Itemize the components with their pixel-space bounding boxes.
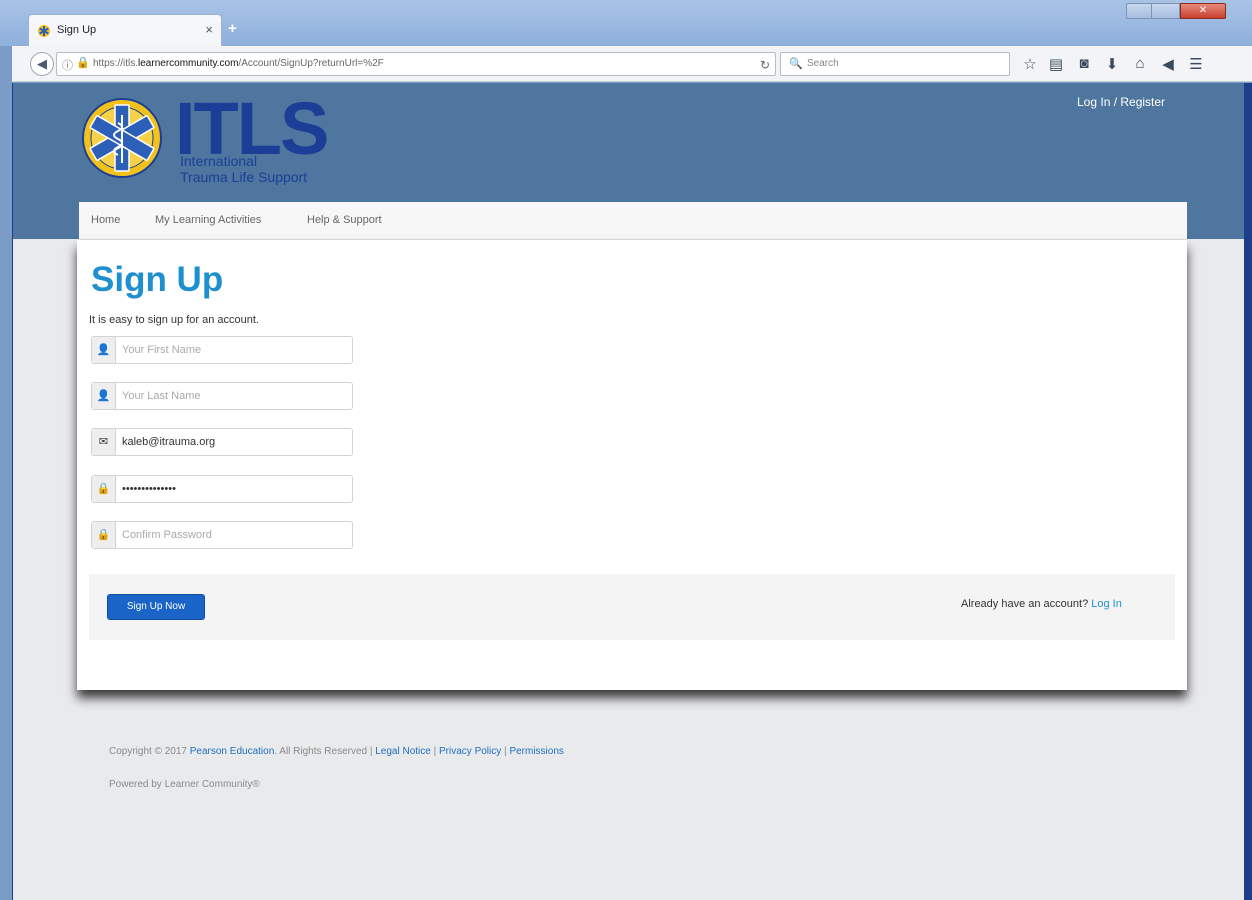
menu-item-help-support[interactable]: Help & Support	[307, 214, 382, 226]
url-text[interactable]: https://itls.learnercommunity.com/Accoun…	[93, 58, 384, 69]
copyright-line: Copyright © 2017 Pearson Education. All …	[109, 746, 564, 757]
menu-item-my-learning-activities[interactable]: My Learning Activities	[155, 214, 261, 226]
info-icon[interactable]: ⓘ	[62, 57, 73, 73]
tab-title: Sign Up	[57, 24, 97, 36]
menu-item-home[interactable]: Home	[91, 214, 120, 226]
reload-icon[interactable]: ↻	[760, 58, 770, 72]
confirm-password-input[interactable]	[122, 527, 346, 543]
pocket-icon[interactable]: ◙	[1074, 55, 1094, 72]
email-field[interactable]: ✉	[91, 428, 353, 456]
last-name-field[interactable]: 👤	[91, 382, 353, 410]
permissions-link[interactable]: Permissions	[509, 746, 563, 757]
url-bar[interactable]: https://itls.learnercommunity.com/Accoun…	[56, 52, 776, 76]
search-bar[interactable]: 🔍 Search	[780, 52, 1010, 76]
envelope-icon: ✉	[92, 429, 116, 455]
powered-by-text: Powered by Learner Community®	[109, 779, 260, 790]
menu-hamburger-icon[interactable]: ☰	[1186, 55, 1206, 73]
bookmark-star-icon[interactable]: ☆	[1020, 55, 1040, 73]
user-icon: 👤	[92, 383, 116, 409]
sign-up-now-button[interactable]: Sign Up Now	[107, 594, 205, 620]
itls-star-of-life-icon[interactable]	[81, 97, 163, 179]
signup-intro: It is easy to sign up for an account.	[89, 314, 259, 326]
logo-subtitle-line2: Trauma Life Support	[180, 169, 308, 185]
pearson-education-link[interactable]: Pearson Education	[190, 746, 275, 757]
window-border	[1244, 83, 1252, 900]
logo-subtitle-line1: International	[180, 153, 258, 169]
login-link[interactable]: Log In	[1091, 598, 1122, 610]
page-title: Sign Up	[91, 260, 224, 299]
new-tab-button[interactable]: +	[228, 20, 237, 37]
lock-icon: 🔒	[92, 522, 116, 548]
search-icon: 🔍	[789, 58, 803, 70]
home-icon[interactable]: ⌂	[1130, 55, 1150, 72]
password-field[interactable]: 🔒	[91, 475, 353, 503]
browser-tab[interactable]: Sign Up ×	[28, 14, 222, 46]
lock-icon: 🔒	[92, 476, 116, 502]
legal-notice-link[interactable]: Legal Notice	[375, 746, 431, 757]
minimize-button[interactable]	[1126, 3, 1152, 19]
close-tab-icon[interactable]: ×	[205, 22, 213, 37]
itls-favicon-icon	[38, 25, 50, 37]
browser-titlebar: Sign Up × + ✕	[0, 0, 1252, 46]
share-icon[interactable]: ◀	[1158, 55, 1178, 73]
confirm-password-field[interactable]: 🔒	[91, 521, 353, 549]
page-viewport: ITLS International Trauma Life Support L…	[12, 83, 1252, 900]
maximize-button[interactable]	[1152, 3, 1180, 19]
close-window-button[interactable]: ✕	[1180, 3, 1226, 19]
search-placeholder: Search	[807, 58, 839, 69]
lock-icon[interactable]: 🔒	[76, 56, 90, 69]
privacy-policy-link[interactable]: Privacy Policy	[439, 746, 501, 757]
password-input[interactable]	[122, 481, 346, 497]
signup-card: Sign Up It is easy to sign up for an acc…	[77, 240, 1187, 690]
last-name-input[interactable]	[122, 388, 346, 404]
download-icon[interactable]: ⬇	[1102, 55, 1122, 73]
first-name-input[interactable]	[122, 342, 346, 358]
user-icon: 👤	[92, 337, 116, 363]
already-have-account-text: Already have an account? Log In	[961, 598, 1122, 610]
login-register-link[interactable]: Log In / Register	[1077, 95, 1165, 109]
main-menu: Home My Learning Activities Help & Suppo…	[79, 202, 1187, 240]
browser-navbar: https://itls.learnercommunity.com/Accoun…	[12, 46, 1252, 82]
reading-list-icon[interactable]: ▤	[1046, 55, 1066, 73]
form-actions: Sign Up Now Already have an account? Log…	[89, 574, 1175, 640]
email-input[interactable]	[122, 434, 346, 450]
first-name-field[interactable]: 👤	[91, 336, 353, 364]
back-arrow-icon[interactable]: ◀	[30, 52, 54, 76]
